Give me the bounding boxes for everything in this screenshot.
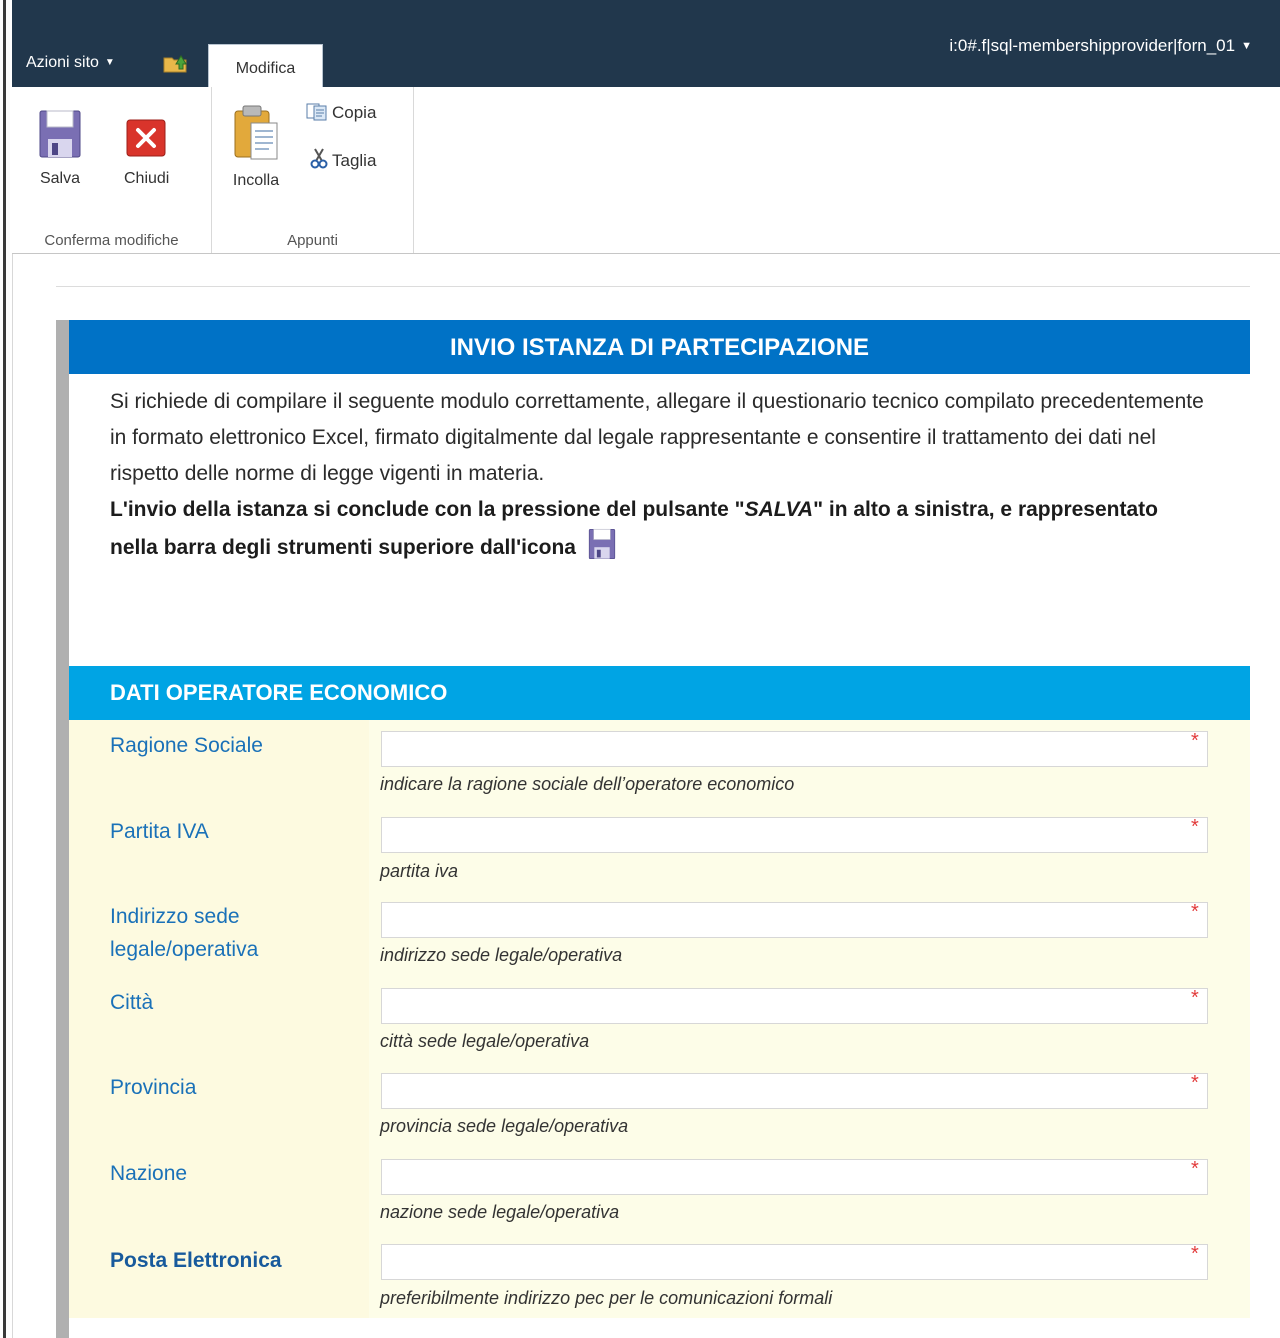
chevron-down-icon: ▼ <box>1241 40 1252 52</box>
top-bar: Azioni sito ▼ Modifica i:0#.f|sql-members… <box>12 0 1280 87</box>
save-icon <box>588 528 615 560</box>
paste-icon <box>234 105 278 160</box>
provincia-input[interactable] <box>381 1073 1208 1109</box>
ribbon-group-label: Conferma modifiche <box>44 232 179 249</box>
instruction-salva: SALVA <box>744 498 814 521</box>
field-hint: partita iva <box>380 861 459 881</box>
paste-button[interactable]: Incolla <box>230 103 282 190</box>
field-hint: preferibilmente indirizzo pec per le com… <box>380 1288 833 1308</box>
field-label: Posta Elettronica <box>110 1249 282 1272</box>
user-menu[interactable]: i:0#.f|sql-membershipprovider|forn_01 ▼ <box>949 36 1252 56</box>
intro-text: Si richiede di compilare il seguente mod… <box>110 384 1210 566</box>
posta-elettronica-input[interactable] <box>381 1244 1208 1280</box>
ribbon-group-appunti: Incolla Copia Taglia Appunti <box>212 87 414 253</box>
form-label-column <box>69 720 369 1318</box>
user-name: i:0#.f|sql-membershipprovider|forn_01 <box>949 36 1236 55</box>
save-label: Salva <box>39 170 81 187</box>
required-marker: * <box>1191 987 1199 1009</box>
required-marker: * <box>1191 1243 1199 1265</box>
cut-icon <box>310 148 328 169</box>
instruction-part: L'invio della istanza si conclude con la… <box>110 498 745 521</box>
intro-instruction: L'invio della istanza si conclude con la… <box>110 492 1210 566</box>
required-marker: * <box>1191 901 1199 923</box>
field-hint: indicare la ragione sociale dell’operato… <box>380 774 795 794</box>
copy-icon <box>306 103 327 121</box>
section-header: DATI OPERATORE ECONOMICO <box>69 666 1250 720</box>
field-label: Ragione Sociale <box>110 734 263 757</box>
tab-modifica[interactable]: Modifica <box>208 44 323 87</box>
citta-input[interactable] <box>381 988 1208 1024</box>
field-hint: indirizzo sede legale/operativa <box>380 945 623 965</box>
copy-label: Copia <box>332 103 377 122</box>
save-button[interactable]: Salva <box>38 109 82 188</box>
field-label: Città <box>110 991 154 1014</box>
field-label: Indirizzo sede legale/operativa <box>110 905 259 961</box>
required-marker: * <box>1191 730 1199 752</box>
field-label: Provincia <box>110 1076 197 1099</box>
field-hint: provincia sede legale/operativa <box>380 1116 629 1136</box>
cut-button[interactable]: Taglia <box>310 147 376 171</box>
paste-label: Incolla <box>232 172 280 189</box>
save-icon <box>39 110 81 158</box>
indirizzo-input[interactable] <box>381 902 1208 938</box>
ribbon: Salva Chiudi Conferma modifiche Incolla <box>12 87 1280 254</box>
ribbon-group-label: Appunti <box>287 232 338 249</box>
content-edge <box>56 320 69 1338</box>
separator <box>56 286 1250 287</box>
close-label: Chiudi <box>124 170 170 187</box>
required-marker: * <box>1191 1072 1199 1094</box>
close-button[interactable]: Chiudi <box>124 117 170 188</box>
required-marker: * <box>1191 1158 1199 1180</box>
copy-button[interactable]: Copia <box>306 103 376 123</box>
field-label: Nazione <box>110 1162 188 1185</box>
partita-iva-input[interactable] <box>381 817 1208 853</box>
field-hint: nazione sede legale/operativa <box>380 1202 620 1222</box>
navigate-up-icon[interactable] <box>162 50 188 74</box>
cut-label: Taglia <box>332 151 377 170</box>
close-icon <box>126 119 166 157</box>
field-label: Partita IVA <box>110 820 209 843</box>
chevron-down-icon: ▼ <box>104 57 115 68</box>
page-title: INVIO ISTANZA DI PARTECIPAZIONE <box>69 320 1250 374</box>
required-marker: * <box>1191 816 1199 838</box>
site-actions-label: Azioni sito <box>26 54 99 71</box>
ragione-sociale-input[interactable] <box>381 731 1208 767</box>
field-hint: città sede legale/operativa <box>380 1031 590 1051</box>
site-actions-menu[interactable]: Azioni sito ▼ <box>26 54 115 72</box>
nazione-input[interactable] <box>381 1159 1208 1195</box>
ribbon-group-conferma: Salva Chiudi Conferma modifiche <box>12 87 212 253</box>
intro-paragraph: Si richiede di compilare il seguente mod… <box>110 390 1204 485</box>
